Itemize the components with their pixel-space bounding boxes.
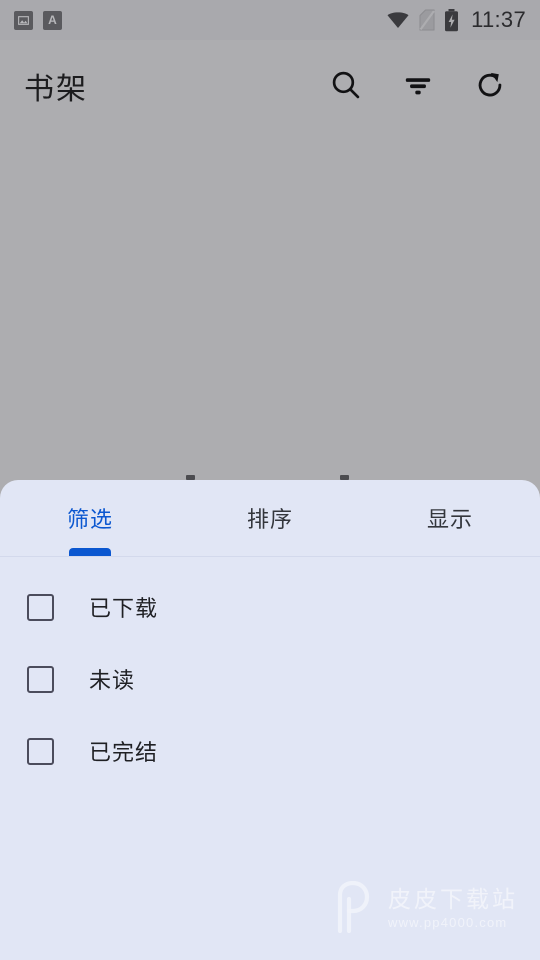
- phone-screen: A 11:37 书架 筛选 排序 显示 已下载 未读 已完结 皮皮下载站 www…: [0, 0, 540, 960]
- no-sim-icon: [419, 9, 435, 31]
- watermark-text: 皮皮下载站 www.pp4000.com: [388, 887, 518, 932]
- active-tab-indicator: [69, 548, 111, 556]
- filter-options-list: 已下载 未读 已完结: [0, 557, 540, 787]
- refresh-button[interactable]: [454, 50, 526, 122]
- filter-button[interactable]: [382, 50, 454, 122]
- status-bar-clock: 11:37: [471, 7, 526, 32]
- search-icon: [329, 68, 363, 105]
- filter-label-downloaded: 已下载: [89, 597, 159, 622]
- tab-filter[interactable]: 筛选: [0, 480, 180, 556]
- bottom-sheet-tab-bar: 筛选 排序 显示: [0, 480, 540, 556]
- tab-sort[interactable]: 排序: [180, 480, 360, 556]
- status-bar-system-icons: 11:37: [386, 7, 526, 33]
- watermark-title: 皮皮下载站: [388, 887, 518, 914]
- filter-row-completed[interactable]: 已完结: [0, 715, 540, 787]
- filter-bottom-sheet: 筛选 排序 显示 已下载 未读 已完结 皮皮下载站 www.pp4000.com: [0, 480, 540, 960]
- app-bar: 书架: [0, 40, 540, 132]
- wifi-icon: [386, 10, 410, 30]
- filter-label-unread: 未读: [89, 669, 136, 694]
- filter-icon: [401, 68, 435, 105]
- pp-logo-icon: [330, 880, 376, 938]
- filter-row-downloaded[interactable]: 已下载: [0, 571, 540, 643]
- checkbox-unread[interactable]: [27, 665, 54, 693]
- filter-row-unread[interactable]: 未读: [0, 643, 540, 715]
- font-notification-icon: A: [43, 10, 62, 30]
- tab-display[interactable]: 显示: [360, 480, 540, 556]
- checkbox-downloaded[interactable]: [27, 593, 54, 621]
- refresh-icon: [473, 68, 507, 105]
- tab-display-label: 显示: [426, 508, 473, 533]
- bookshelf-content-scrim[interactable]: [0, 132, 540, 480]
- tab-filter-label: 筛选: [66, 508, 113, 533]
- tab-sort-label: 排序: [246, 508, 293, 533]
- status-bar: A 11:37: [0, 0, 540, 40]
- filter-label-completed: 已完结: [89, 741, 159, 766]
- search-button[interactable]: [310, 50, 382, 122]
- status-bar-notifications: A: [14, 10, 62, 30]
- checkbox-completed[interactable]: [27, 737, 54, 765]
- watermark: 皮皮下载站 www.pp4000.com: [330, 880, 518, 938]
- battery-charging-icon: [444, 8, 459, 32]
- page-title: 书架: [24, 72, 88, 107]
- app-bar-actions: [310, 50, 526, 122]
- watermark-url: www.pp4000.com: [388, 914, 508, 930]
- image-notification-icon: [14, 10, 33, 30]
